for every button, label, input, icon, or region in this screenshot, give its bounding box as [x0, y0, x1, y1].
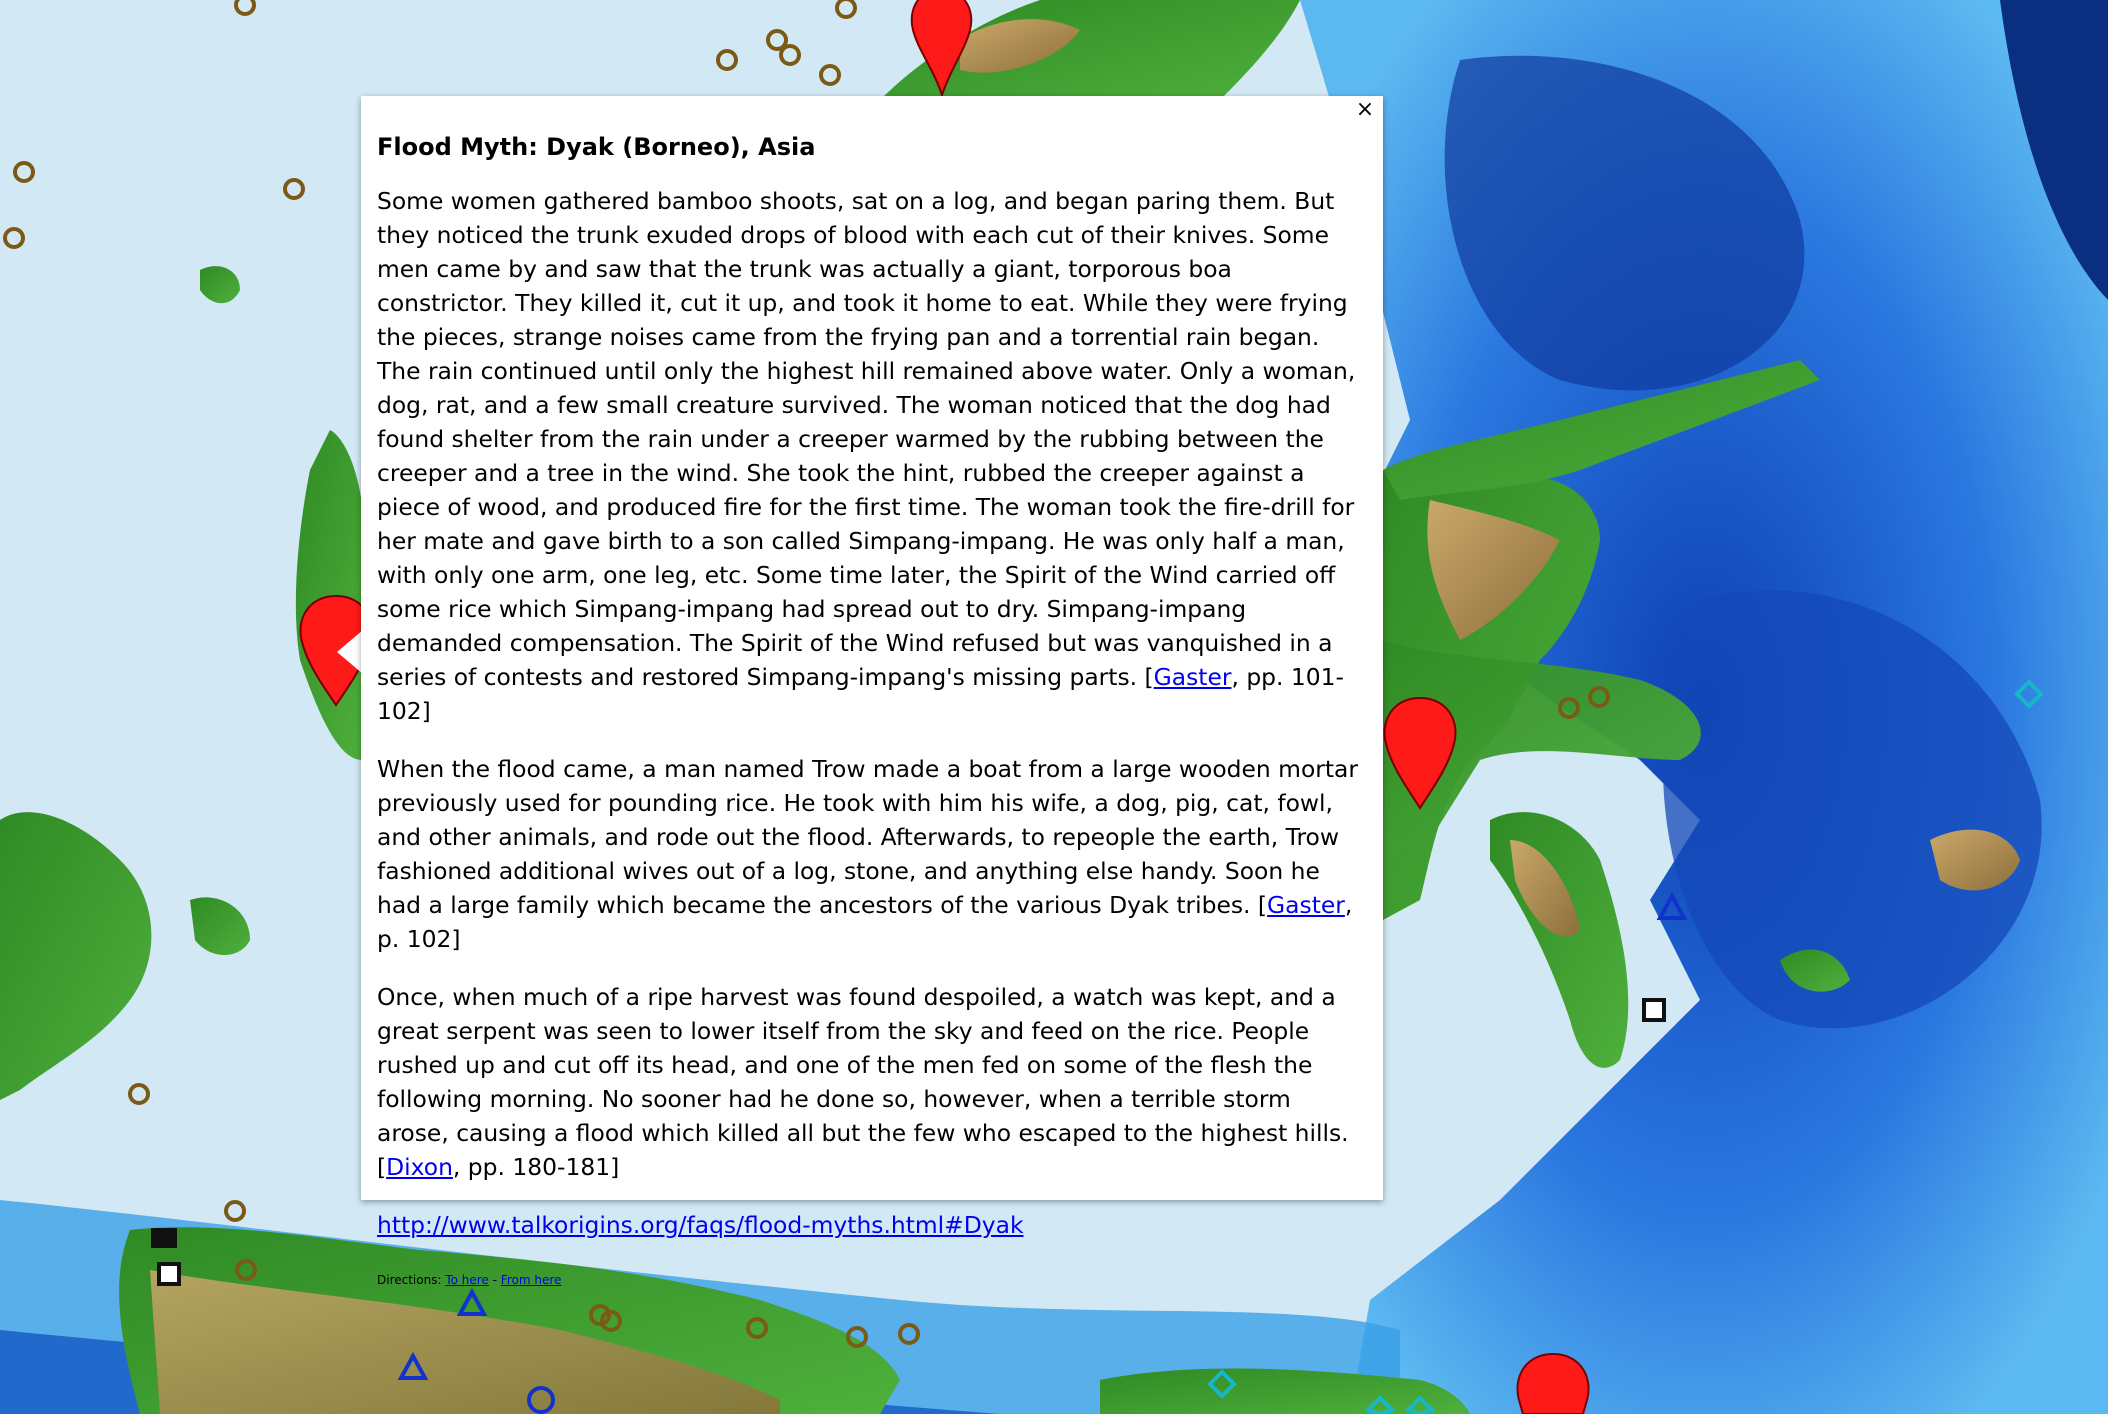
paragraph-text: Once, when much of a ripe harvest was fo… [377, 983, 1349, 1181]
myth-paragraph-2: When the flood came, a man named Trow ma… [377, 752, 1367, 956]
red-pin-marker[interactable] [1516, 1352, 1590, 1414]
info-window: × Flood Myth: Dyak (Borneo), Asia Some w… [361, 96, 1383, 1287]
reference-link-gaster[interactable]: Gaster [1154, 663, 1232, 691]
directions-row: Directions: To here - From here [377, 1272, 1367, 1288]
myth-paragraph-1: Some women gathered bamboo shoots, sat o… [377, 184, 1367, 728]
close-icon[interactable]: × [1353, 98, 1377, 122]
paragraph-text: Some women gathered bamboo shoots, sat o… [377, 187, 1356, 691]
infowindow-pointer [337, 630, 363, 674]
info-window-title: Flood Myth: Dyak (Borneo), Asia [377, 133, 816, 161]
directions-label: Directions: [377, 1273, 446, 1287]
square-marker[interactable] [151, 1228, 177, 1248]
directions-from-here-link[interactable]: From here [501, 1273, 562, 1287]
reference-link-dixon[interactable]: Dixon [386, 1153, 453, 1181]
source-url-row: http://www.talkorigins.org/faqs/flood-my… [377, 1208, 1367, 1242]
directions-separator: - [488, 1273, 501, 1287]
directions-to-here-link[interactable]: To here [445, 1273, 489, 1287]
square-marker[interactable] [1642, 998, 1666, 1022]
square-marker[interactable] [157, 1262, 181, 1286]
myth-paragraph-3: Once, when much of a ripe harvest was fo… [377, 980, 1367, 1184]
reference-pages: , pp. 180-181] [452, 1153, 620, 1181]
source-url-link[interactable]: http://www.talkorigins.org/faqs/flood-my… [377, 1211, 1024, 1239]
info-window-content: Flood Myth: Dyak (Borneo), Asia Some wom… [377, 132, 1367, 1288]
paragraph-text: When the flood came, a man named Trow ma… [377, 755, 1358, 919]
reference-link-gaster[interactable]: Gaster [1267, 891, 1345, 919]
